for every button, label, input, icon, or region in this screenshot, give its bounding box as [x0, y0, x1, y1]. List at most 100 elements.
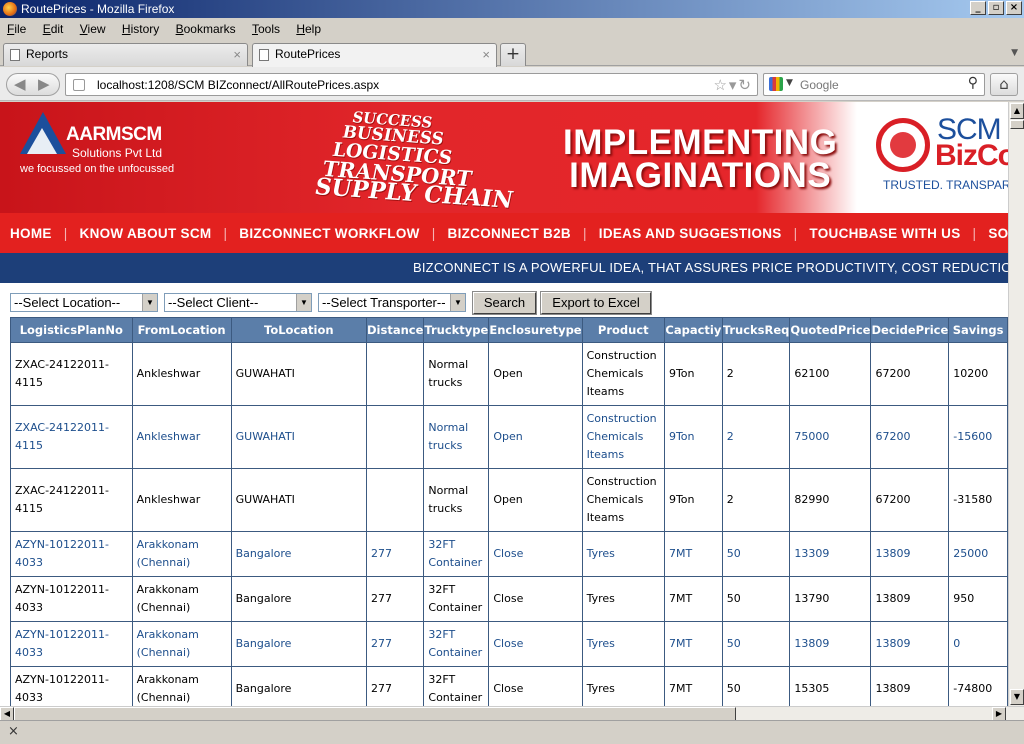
- nav-ideas-and-suggestions[interactable]: IDEAS AND SUGGESTIONS: [599, 213, 782, 241]
- menu-edit[interactable]: Edit: [36, 19, 70, 36]
- headline-line-1: IMPLEMENTING: [563, 123, 838, 162]
- tab-reports[interactable]: Reports ×: [3, 43, 248, 66]
- aarmscm-logo-inner: [27, 128, 57, 154]
- cell-capacity: 9Ton: [663, 405, 723, 469]
- cell-quotedprice: 75000: [789, 405, 872, 469]
- nav-bizconnect-b2b[interactable]: BIZCONNECT B2B: [448, 213, 571, 241]
- chevron-down-icon[interactable]: ▼: [142, 294, 157, 311]
- col-trucksreq[interactable]: TrucksReq: [721, 317, 791, 343]
- col-product[interactable]: Product: [581, 317, 665, 343]
- table-row: AZYN-10122011-4033 Arakkonam (Chennai) Ban…: [10, 531, 1008, 577]
- cell-distance: 277: [365, 666, 425, 706]
- cell-logisticsplanno: ZXAC-24122011-4115: [10, 468, 133, 532]
- cell-distance: 277: [365, 621, 425, 667]
- url-text[interactable]: localhost:1208/SCM BIZconnect/AllRoutePr…: [97, 78, 379, 92]
- horizontal-scrollbar[interactable]: ◀ ▶: [0, 706, 1024, 721]
- cell-fromlocation: Arakkonam (Chennai): [131, 621, 232, 667]
- cell-product: Tyres: [581, 666, 665, 706]
- vertical-scrollbar[interactable]: ▲ ▼: [1008, 102, 1024, 706]
- nav-social-responsibility[interactable]: SOCIAL RESPONSI: [988, 213, 1008, 241]
- export-to-excel-button[interactable]: Export to Excel: [540, 291, 652, 315]
- close-tab-icon[interactable]: ×: [233, 44, 241, 65]
- chevron-down-icon[interactable]: ▼: [450, 294, 465, 311]
- scroll-right-icon[interactable]: ▶: [992, 707, 1006, 721]
- cell-savings: 10200: [948, 342, 1008, 406]
- nav-touchbase-with-us[interactable]: TOUCHBASE WITH US: [809, 213, 960, 241]
- nav-home[interactable]: HOME: [0, 213, 52, 241]
- col-distance[interactable]: Distance: [365, 317, 425, 343]
- ticker-text: BIZCONNECT IS A POWERFUL IDEA, THAT ASSU…: [413, 260, 1008, 275]
- search-icon[interactable]: ⚲: [968, 75, 978, 91]
- cell-capacity: 9Ton: [663, 342, 723, 406]
- menu-help[interactable]: Help: [289, 19, 327, 36]
- menu-bookmarks[interactable]: Bookmarks: [169, 19, 242, 36]
- nav-bizconnect-workflow[interactable]: BIZCONNECT WORKFLOW: [239, 213, 419, 241]
- menu-tools[interactable]: Tools: [245, 19, 286, 36]
- site-identity-icon[interactable]: [73, 79, 85, 91]
- col-fromlocation[interactable]: FromLocation: [131, 317, 232, 343]
- horizontal-scroll-thumb[interactable]: [14, 707, 736, 721]
- close-tab-icon[interactable]: ×: [482, 44, 490, 65]
- company-tagline: we focussed on the unfocussed: [20, 163, 175, 175]
- minimize-button[interactable]: _: [970, 1, 986, 15]
- bookmark-star-icon[interactable]: ☆▾↻: [713, 76, 753, 94]
- table-row: ZXAC-24122011-4115 Ankleshwar GUWAHATI Norm…: [10, 405, 1008, 469]
- col-quotedprice[interactable]: QuotedPrice: [789, 317, 872, 343]
- search-bar[interactable]: ▼ Google ⚲: [763, 73, 985, 96]
- cell-product: Construction Chemicals Iteams: [581, 342, 665, 406]
- col-logisticsplanno[interactable]: LogisticsPlanNo: [10, 317, 133, 343]
- chevron-down-icon[interactable]: ▼: [296, 294, 311, 311]
- company-sub: Solutions Pvt Ltd: [72, 146, 163, 160]
- forward-icon[interactable]: ▶: [38, 75, 50, 93]
- close-addon-bar-icon[interactable]: ×: [8, 724, 19, 739]
- news-ticker: BIZCONNECT IS A POWERFUL IDEA, THAT ASSU…: [0, 253, 1008, 283]
- col-savings[interactable]: Savings: [948, 317, 1008, 343]
- client-select[interactable]: --Select Client-- ▼: [164, 293, 312, 312]
- home-button[interactable]: ⌂: [990, 73, 1018, 96]
- table-row: ZXAC-24122011-4115 Ankleshwar GUWAHATI Norm…: [10, 468, 1008, 532]
- cell-capacity: 7MT: [663, 621, 723, 667]
- cell-trucksreq: 2: [721, 405, 791, 469]
- col-tolocation[interactable]: ToLocation: [230, 317, 367, 343]
- search-placeholder[interactable]: Google: [800, 78, 839, 92]
- firefox-icon: [3, 2, 17, 16]
- tab-label: RoutePrices: [275, 47, 341, 61]
- transporter-select[interactable]: --Select Transporter-- ▼: [318, 293, 466, 312]
- restore-button[interactable]: ▫: [988, 1, 1004, 15]
- cell-product: Construction Chemicals Iteams: [581, 468, 665, 532]
- cell-tolocation: GUWAHATI: [230, 405, 367, 469]
- back-icon[interactable]: ◀: [14, 75, 26, 93]
- google-icon[interactable]: [769, 77, 783, 91]
- location-select[interactable]: --Select Location-- ▼: [10, 293, 158, 312]
- cell-fromlocation: Arakkonam (Chennai): [131, 576, 232, 622]
- scroll-up-icon[interactable]: ▲: [1010, 103, 1024, 119]
- tab-routeprices[interactable]: RoutePrices ×: [252, 43, 497, 67]
- cell-tolocation: Bangalore: [230, 531, 367, 577]
- client-select-value: --Select Client--: [168, 295, 259, 310]
- col-trucktype[interactable]: Trucktype: [423, 317, 490, 343]
- col-decideprice[interactable]: DecidePrice: [870, 317, 950, 343]
- filter-row: --Select Location-- ▼ --Select Client-- …: [0, 291, 1008, 316]
- nav-know-about-scm[interactable]: KNOW ABOUT SCM: [80, 213, 212, 241]
- close-button[interactable]: ×: [1006, 1, 1022, 15]
- search-engine-dropdown-icon[interactable]: ▼: [786, 78, 793, 88]
- headline: IMPLEMENTING IMAGINATIONS: [563, 123, 838, 193]
- new-tab-button[interactable]: +: [500, 43, 526, 66]
- search-button[interactable]: Search: [472, 291, 537, 315]
- vertical-scroll-thumb[interactable]: [1010, 120, 1024, 129]
- menu-history[interactable]: History: [115, 19, 165, 36]
- address-bar[interactable]: localhost:1208/SCM BIZconnect/AllRoutePr…: [65, 73, 758, 96]
- menu-view[interactable]: View: [73, 19, 112, 36]
- list-tabs-icon[interactable]: ▼: [1011, 48, 1018, 58]
- cell-product: Tyres: [581, 531, 665, 577]
- col-capacity[interactable]: Capactiy: [663, 317, 723, 343]
- cell-capacity: 9Ton: [663, 468, 723, 532]
- cell-decideprice: 67200: [870, 342, 950, 406]
- cell-quotedprice: 13309: [789, 531, 872, 577]
- scroll-left-icon[interactable]: ◀: [0, 707, 14, 721]
- menu-file[interactable]: File: [0, 19, 32, 36]
- cell-logisticsplanno: AZYN-10122011-4033: [10, 531, 133, 577]
- cell-logisticsplanno: AZYN-10122011-4033: [10, 666, 133, 706]
- col-enclosuretype[interactable]: Enclosuretype: [488, 317, 583, 343]
- scroll-down-icon[interactable]: ▼: [1010, 689, 1024, 705]
